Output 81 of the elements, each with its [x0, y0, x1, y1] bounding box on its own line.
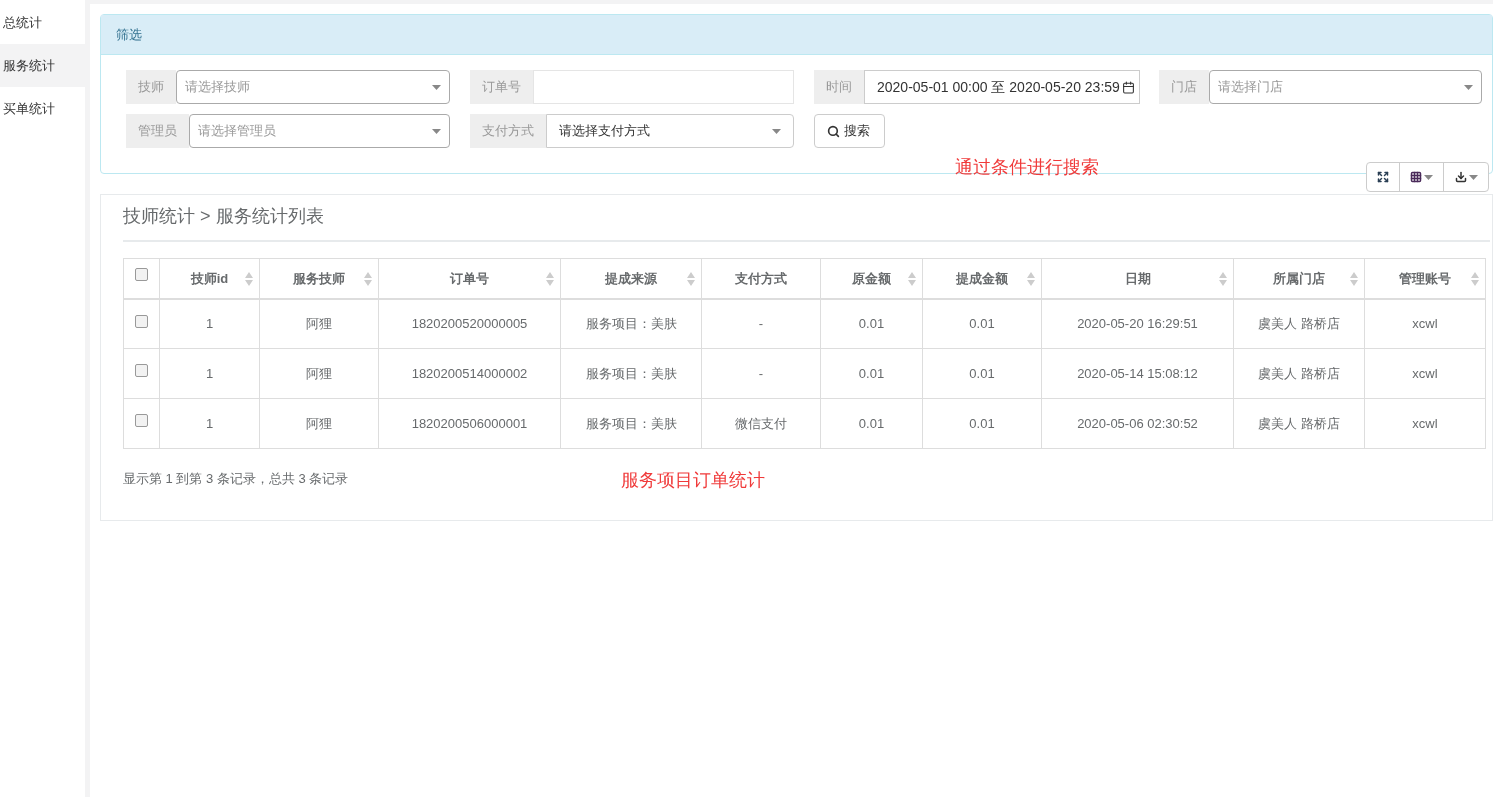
pagination-info: 显示第 1 到第 3 条记录，总共 3 条记录: [123, 470, 349, 488]
export-icon: [1454, 171, 1467, 183]
annotation-text: 服务项目订单统计: [621, 469, 766, 492]
table-cell: 虞美人 路桥店: [1233, 298, 1365, 349]
table-cell: 阿狸: [259, 348, 379, 399]
date-range-field[interactable]: 2020-05-01 00:00 至 2020-05-20 23:59: [864, 70, 1140, 104]
table-cell: 0.01: [922, 398, 1042, 449]
table-cell: 1: [159, 348, 260, 399]
table-cell: 1820200506000001: [378, 398, 561, 449]
table-cell: 虞美人 路桥店: [1233, 398, 1365, 449]
table-cell: xcwl: [1364, 398, 1486, 449]
column-header[interactable]: 日期: [1041, 258, 1234, 299]
checkbox[interactable]: [135, 364, 148, 377]
calendar-icon: [1121, 80, 1135, 94]
panel-title: 技师统计 > 服务统计列表: [123, 195, 1490, 242]
select-placeholder: 请选择门店: [1218, 78, 1283, 97]
column-header[interactable]: 订单号: [378, 258, 561, 299]
field-label: 支付方式: [470, 114, 546, 148]
select-placeholder: 请选择技师: [185, 78, 250, 97]
table-cell: 0.01: [820, 398, 923, 449]
annotation-text: 通过条件进行搜索: [955, 155, 1099, 179]
caret-icon: [1468, 174, 1478, 180]
field-label: 技师: [126, 70, 176, 104]
table-cell: 2020-05-20 16:29:51: [1041, 298, 1234, 349]
select-field[interactable]: 请选择门店: [1209, 70, 1482, 104]
column-header[interactable]: 管理账号: [1364, 258, 1486, 299]
column-header[interactable]: 服务技师: [259, 258, 379, 299]
table-cell: 阿狸: [259, 398, 379, 449]
table-cell: 虞美人 路桥店: [1233, 348, 1365, 399]
column-header[interactable]: 支付方式: [701, 258, 821, 299]
table-cell: 阿狸: [259, 298, 379, 349]
table-cell: xcwl: [1364, 298, 1486, 349]
table-cell: xcwl: [1364, 348, 1486, 399]
table-cell: 服务项目：美肤: [560, 348, 702, 399]
field-label: 订单号: [470, 70, 533, 104]
checkbox[interactable]: [135, 414, 148, 427]
sidebar-item[interactable]: 买单统计: [0, 87, 85, 130]
field-label: 门店: [1159, 70, 1209, 104]
select-field[interactable]: 请选择管理员: [189, 114, 450, 148]
checkbox[interactable]: [135, 268, 148, 281]
search-icon: [827, 124, 840, 138]
panel-heading: 筛选: [101, 15, 1492, 55]
caret-icon: [432, 84, 441, 90]
table-cell: 0.01: [922, 348, 1042, 399]
table-cell: 2020-05-14 15:08:12: [1041, 348, 1234, 399]
input-field[interactable]: [533, 70, 794, 104]
caret-icon: [1424, 174, 1433, 180]
table-cell: 服务项目：美肤: [560, 298, 702, 349]
table-cell: 服务项目：美肤: [560, 398, 702, 449]
table-cell: 0.01: [820, 298, 923, 349]
table-cell: 0.01: [820, 348, 923, 399]
select-field[interactable]: 请选择支付方式: [546, 114, 794, 148]
field-label: 管理员: [126, 114, 189, 148]
select-placeholder: 请选择管理员: [198, 122, 276, 141]
table-cell: 1820200520000005: [378, 298, 561, 349]
table-cell: 1: [159, 298, 260, 349]
table-cell: 1820200514000002: [378, 348, 561, 399]
column-header[interactable]: 原金额: [820, 258, 923, 299]
column-header[interactable]: 所属门店: [1233, 258, 1365, 299]
search-button[interactable]: 搜索: [814, 114, 885, 148]
column-header[interactable]: 提成金额: [922, 258, 1042, 299]
select-field[interactable]: 请选择技师: [176, 70, 450, 104]
select-value: 请选择支付方式: [559, 122, 650, 141]
field-label: 时间: [814, 70, 864, 104]
caret-icon: [772, 128, 781, 134]
table-cell: -: [701, 348, 821, 399]
table-cell: 2020-05-06 02:30:52: [1041, 398, 1234, 449]
checkbox[interactable]: [135, 314, 148, 328]
sidebar-item[interactable]: 总统计: [0, 1, 85, 44]
table-cell: 微信支付: [701, 398, 821, 449]
caret-icon: [432, 128, 441, 134]
table-cell: -: [701, 298, 821, 349]
sidebar-item[interactable]: 服务统计: [0, 44, 85, 87]
caret-icon: [1464, 84, 1473, 90]
table-cell: 1: [159, 398, 260, 449]
column-header[interactable]: 技师id: [159, 258, 260, 299]
grid-icon: [1410, 171, 1422, 183]
date-range-value: 2020-05-01 00:00 至 2020-05-20 23:59: [877, 77, 1120, 97]
expand-icon: [1377, 171, 1389, 183]
column-header[interactable]: 提成来源: [560, 258, 702, 299]
table-cell: 0.01: [922, 298, 1042, 349]
